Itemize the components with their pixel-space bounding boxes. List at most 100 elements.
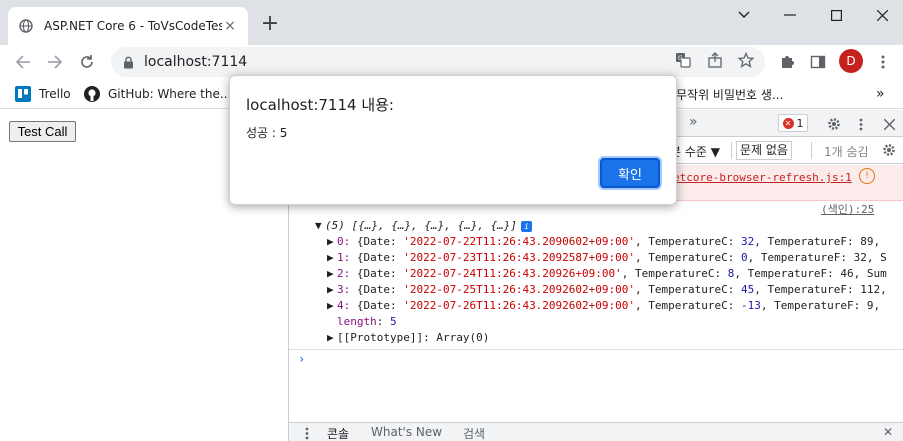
array-summary-text: (5) [{…}, {…}, {…}, {…}, {…}] [325, 219, 518, 232]
date-value: '2022-07-26T11:26:43.2092602+09:00' [403, 299, 636, 312]
console-settings-gear-icon[interactable] [879, 140, 899, 160]
close-drawer-icon[interactable]: ✕ [883, 425, 893, 439]
date-value: '2022-07-24T11:26:43.20926+09:00' [403, 267, 622, 280]
date-value: '2022-07-25T11:26:43.2092602+09:00' [403, 283, 636, 296]
close-window-button[interactable] [859, 0, 903, 30]
date-value: '2022-07-22T11:26:43.2090602+09:00' [403, 235, 636, 248]
bookmark-random-password[interactable]: 무작위 비밀번호 생... [676, 83, 783, 105]
array-summary[interactable]: ▼ (5) [{…}, {…}, {…}, {…}, {…}] i [315, 218, 533, 234]
alert-dialog: localhost:7114 내용: 성공 : 5 확인 [229, 75, 677, 205]
array-item-row[interactable]: ▶ 0: {Date: '2022-07-22T11:26:43.2090602+… [327, 234, 880, 250]
address-bar[interactable]: localhost:7114 [111, 47, 765, 77]
ok-button[interactable]: 확인 [600, 158, 660, 188]
row-tail: , TemperatureF: 46, Sum [734, 267, 887, 280]
drawer-tab-whats-new[interactable]: What's New [371, 425, 442, 439]
prototype-row[interactable]: ▶ [[Prototype]]: Array(0) [327, 330, 489, 346]
bookmark-label: Trello [39, 87, 71, 101]
array-item-row[interactable]: ▶ 4: {Date: '2022-07-26T11:26:43.2092602+… [327, 298, 880, 314]
error-count-badge[interactable]: ✕ 1 [778, 114, 808, 132]
tab-title: ASP.NET Core 6 - ToVsCodeTest [44, 19, 222, 33]
date-value: '2022-07-23T11:26:43.2092587+09:00' [403, 251, 636, 264]
row-tail: , TemperatureF: 32, S [747, 251, 887, 264]
collapse-triangle-icon[interactable]: ▶ [327, 330, 337, 346]
more-options-icon[interactable] [851, 114, 871, 134]
temperature-c-value: 0 [741, 251, 748, 264]
expand-triangle-icon[interactable]: ▼ [315, 218, 325, 234]
close-devtools-icon[interactable] [879, 114, 899, 134]
extensions-puzzle-icon[interactable] [776, 51, 798, 73]
log-levels-dropdown[interactable]: 본 수준 ▼ [670, 143, 720, 160]
kebab-menu-icon[interactable] [872, 51, 894, 73]
array-index: 3: [337, 283, 351, 296]
close-tab-icon[interactable]: × [222, 18, 238, 34]
temperature-c-value: 45 [741, 283, 755, 296]
back-arrow-icon[interactable] [10, 49, 36, 75]
drawer-tab-console[interactable]: 콘솔 [327, 425, 349, 441]
chevron-down-icon[interactable] [721, 0, 767, 30]
profile-avatar[interactable]: D [839, 49, 863, 73]
dialog-title: localhost:7114 내용: [246, 96, 394, 114]
error-source-link[interactable]: etcore-browser-refresh.js:1 [673, 171, 852, 184]
console-log-entry: (색인):25 ▼ (5) [{…}, {…}, {…}, {…}, {…}] i … [289, 202, 903, 350]
maximize-button[interactable] [813, 0, 859, 30]
lock-icon[interactable] [123, 56, 134, 69]
row-tail: , TemperatureF: 89, [754, 235, 881, 248]
array-item-row[interactable]: ▶ 3: {Date: '2022-07-25T11:26:43.2092602+… [327, 282, 887, 298]
row-tail: , TemperatureF: 112, [754, 283, 887, 296]
more-tabs-button[interactable]: » [689, 114, 698, 130]
array-length-row: length: 5 [337, 315, 397, 328]
bookmark-github[interactable]: GitHub: Where the... [84, 83, 231, 105]
console-output: (색인):25 ▼ (5) [{…}, {…}, {…}, {…}, {…}] i … [289, 202, 903, 422]
array-index: 0: [337, 235, 351, 248]
temperature-c-value: 32 [741, 235, 755, 248]
bookmark-label: 무작위 비밀번호 생... [676, 87, 784, 102]
collapse-triangle-icon[interactable]: ▶ [327, 234, 337, 250]
info-icon[interactable]: i [521, 220, 533, 232]
browser-tab[interactable]: ASP.NET Core 6 - ToVsCodeTest × [8, 7, 248, 45]
translate-icon[interactable]: G [674, 51, 692, 69]
drawer-menu-icon[interactable] [297, 423, 317, 441]
warning-icon: ! [859, 168, 875, 184]
row-tail: , TemperatureF: 9, [760, 299, 881, 312]
hidden-count: 1개 숨김 [824, 145, 869, 159]
console-prompt[interactable]: › [298, 352, 305, 366]
divider [731, 142, 732, 159]
length-key: length [337, 315, 377, 328]
new-tab-button[interactable]: + [258, 12, 282, 36]
error-icon: ✕ [782, 117, 794, 129]
length-value: 5 [390, 315, 397, 328]
test-call-button[interactable]: Test Call [9, 121, 76, 142]
bookmark-trello[interactable]: Trello [15, 83, 71, 105]
globe-icon [18, 18, 34, 34]
side-panel-icon[interactable] [807, 51, 829, 73]
share-icon[interactable] [706, 51, 724, 69]
forward-arrow-icon[interactable] [42, 49, 68, 75]
bookmark-star-icon[interactable] [737, 51, 755, 69]
drawer-tab-search[interactable]: 검색 [463, 425, 485, 441]
devtools-drawer-bar: 콘솔 What's New 검색 ✕ [289, 422, 903, 441]
collapse-triangle-icon[interactable]: ▶ [327, 266, 337, 282]
minimize-button[interactable] [767, 0, 813, 30]
bookmarks-more-button[interactable]: » [876, 83, 885, 105]
collapse-triangle-icon[interactable]: ▶ [327, 250, 337, 266]
svg-text:G: G [678, 55, 683, 62]
collapse-triangle-icon[interactable]: ▶ [327, 282, 337, 298]
array-index: 4: [337, 299, 351, 312]
error-count: 1 [796, 116, 804, 130]
settings-gear-icon[interactable] [824, 114, 844, 134]
reload-icon[interactable] [74, 49, 100, 75]
array-item-row[interactable]: ▶ 2: {Date: '2022-07-24T11:26:43.20926+09… [327, 266, 887, 282]
browser-toolbar: localhost:7114 G D [0, 45, 903, 79]
collapse-triangle-icon[interactable]: ▶ [327, 298, 337, 314]
dialog-message: 성공 : 5 [246, 126, 288, 140]
temperature-c-value: -13 [741, 299, 761, 312]
tab-strip: ASP.NET Core 6 - ToVsCodeTest × + [0, 0, 903, 45]
array-index: 2: [337, 267, 351, 280]
log-source-link[interactable]: (색인):25 [821, 202, 874, 218]
divider [811, 142, 812, 159]
array-item-row[interactable]: ▶ 1: {Date: '2022-07-23T11:26:43.2092587+… [327, 250, 887, 266]
array-index: 1: [337, 251, 351, 264]
url-text[interactable]: localhost:7114 [144, 54, 247, 70]
github-icon [84, 86, 100, 102]
issues-button[interactable]: 문제 없음 [736, 141, 792, 160]
